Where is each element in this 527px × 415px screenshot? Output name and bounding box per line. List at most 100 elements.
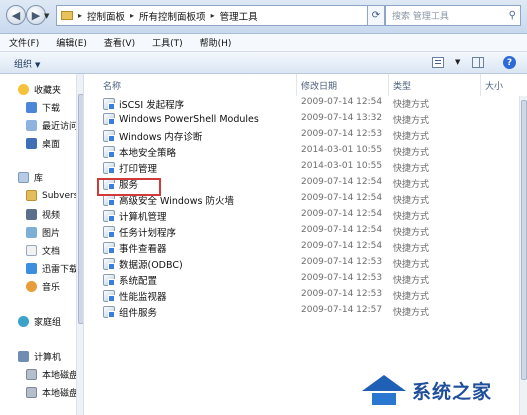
file-row[interactable]: 组件服务 2009-07-14 12:57 快捷方式 xyxy=(85,304,527,320)
nav-favorites[interactable]: 收藏夹 xyxy=(18,83,61,96)
column-divider[interactable] xyxy=(388,74,389,96)
breadcrumb-control-panel[interactable]: 控制面板 xyxy=(87,9,125,23)
forward-button[interactable]: ▶ xyxy=(26,5,46,25)
nav-thunder-label: 迅雷下载 xyxy=(42,265,79,275)
file-name-cell[interactable]: 计算机管理 xyxy=(103,209,167,223)
nav-music[interactable]: 音乐 xyxy=(26,280,60,293)
column-divider[interactable] xyxy=(296,74,297,96)
shortcut-tool-icon xyxy=(103,146,115,158)
nav-documents[interactable]: 文档 xyxy=(26,244,60,257)
file-name-cell[interactable]: Windows PowerShell Modules xyxy=(103,113,259,125)
column-header-type[interactable]: 类型 xyxy=(393,74,411,96)
organize-label: 组织 xyxy=(14,60,33,70)
nav-recent[interactable]: 最近访问 xyxy=(26,119,78,132)
file-list-scrollbar-thumb[interactable] xyxy=(521,100,527,380)
back-button[interactable]: ◀ xyxy=(6,5,26,25)
file-row[interactable]: 打印管理 2014-03-01 10:55 快捷方式 xyxy=(85,160,527,176)
nav-computer[interactable]: 计算机 xyxy=(18,350,61,363)
file-name-cell[interactable]: 组件服务 xyxy=(103,305,157,319)
file-name-cell[interactable]: 数据源(ODBC) xyxy=(103,257,183,271)
breadcrumb-separator-icon[interactable]: ▸ xyxy=(211,11,215,20)
nav-subversion[interactable]: Subvers xyxy=(26,190,78,201)
nav-libraries[interactable]: 库 xyxy=(18,171,43,184)
file-date: 2009-07-14 12:57 xyxy=(301,305,383,315)
nav-downloads-label: 下载 xyxy=(42,104,61,114)
file-date: 2009-07-14 12:54 xyxy=(301,193,383,203)
file-row[interactable]: 计算机管理 2009-07-14 12:54 快捷方式 xyxy=(85,208,527,224)
nav-homegroup[interactable]: 家庭组 xyxy=(18,315,61,328)
file-date: 2009-07-14 12:54 xyxy=(301,225,383,235)
breadcrumb-separator-icon[interactable]: ▸ xyxy=(130,11,134,20)
file-date: 2009-07-14 12:54 xyxy=(301,177,383,187)
file-row[interactable]: 系统配置 2009-07-14 12:53 快捷方式 xyxy=(85,272,527,288)
menu-view[interactable]: 查看(V) xyxy=(104,36,135,49)
nav-local-disk-d[interactable]: 本地磁盘 xyxy=(26,386,78,399)
file-type: 快捷方式 xyxy=(393,244,430,254)
menu-file[interactable]: 文件(F) xyxy=(9,36,39,49)
back-arrow-icon: ◀ xyxy=(11,8,21,22)
nav-documents-label: 文档 xyxy=(42,247,61,257)
downloads-icon xyxy=(26,102,37,113)
navpane-scrollbar[interactable] xyxy=(76,74,83,415)
nav-downloads[interactable]: 下载 xyxy=(26,101,60,114)
file-row[interactable]: 事件查看器 2009-07-14 12:54 快捷方式 xyxy=(85,240,527,256)
thunder-download-icon xyxy=(26,263,37,274)
refresh-button[interactable]: ⟳ xyxy=(368,5,385,26)
search-input[interactable]: 搜索 管理工具 ⚲ xyxy=(385,5,521,26)
file-row[interactable]: Windows 内存诊断 2009-07-14 12:53 快捷方式 xyxy=(85,128,527,144)
nav-recent-label: 最近访问 xyxy=(42,122,79,132)
watermark-text: 系统之家 xyxy=(412,380,493,403)
nav-local-disk-c[interactable]: 本地磁盘 xyxy=(26,368,78,381)
file-name-cell[interactable]: 性能监视器 xyxy=(103,289,167,303)
file-row[interactable]: 本地安全策略 2014-03-01 10:55 快捷方式 xyxy=(85,144,527,160)
file-name-cell[interactable]: 系统配置 xyxy=(103,273,157,287)
recent-pages-dropdown-icon[interactable]: ▼ xyxy=(44,12,49,20)
nav-videos[interactable]: 视频 xyxy=(26,208,60,221)
file-name-cell[interactable]: 本地安全策略 xyxy=(103,145,176,159)
file-name-cell[interactable]: Windows 内存诊断 xyxy=(103,129,202,143)
navpane-scrollbar-thumb[interactable] xyxy=(78,94,83,324)
preview-pane-icon[interactable] xyxy=(472,57,484,68)
file-name-cell[interactable]: 事件查看器 xyxy=(103,241,167,255)
folder-icon xyxy=(61,11,73,20)
watermark-house-logo xyxy=(360,371,408,409)
view-options-dropdown-icon[interactable]: ▼ xyxy=(455,58,460,66)
column-header-name[interactable]: 名称 xyxy=(103,74,121,96)
menu-tools[interactable]: 工具(T) xyxy=(152,36,183,49)
nav-pictures[interactable]: 图片 xyxy=(26,226,60,239)
file-name-cell[interactable]: 任务计划程序 xyxy=(103,225,176,239)
file-row[interactable]: 数据源(ODBC) 2009-07-14 12:53 快捷方式 xyxy=(85,256,527,272)
file-name: 数据源(ODBC) xyxy=(119,260,183,271)
nav-desktop-label: 桌面 xyxy=(42,140,61,150)
address-bar-region: ◀ ▶ ▼ ▸ 控制面板 ▸ 所有控制面板项 ▸ 管理工具 ⟳ 搜索 管理工具 … xyxy=(0,0,527,34)
file-row[interactable]: 性能监视器 2009-07-14 12:53 快捷方式 xyxy=(85,288,527,304)
menu-edit[interactable]: 编辑(E) xyxy=(56,36,87,49)
column-header-modified[interactable]: 修改日期 xyxy=(301,74,337,96)
column-divider[interactable] xyxy=(480,74,481,96)
documents-icon xyxy=(26,245,37,256)
column-header-size[interactable]: 大小 xyxy=(485,74,503,96)
menu-help[interactable]: 帮助(H) xyxy=(200,36,232,49)
file-name: Windows PowerShell Modules xyxy=(119,113,259,125)
file-name-cell[interactable]: 打印管理 xyxy=(103,161,157,175)
breadcrumb-all-items[interactable]: 所有控制面板项 xyxy=(139,9,206,23)
nav-thunder-downloads[interactable]: 迅雷下载 xyxy=(26,262,78,275)
file-row[interactable]: 任务计划程序 2009-07-14 12:54 快捷方式 xyxy=(85,224,527,240)
file-row[interactable]: Windows PowerShell Modules 2009-07-14 13:… xyxy=(85,112,527,128)
shortcut-tool-icon xyxy=(103,210,115,222)
nav-desktop[interactable]: 桌面 xyxy=(26,137,60,150)
nav-local-disk-label: 本地磁盘 xyxy=(42,389,79,399)
help-icon[interactable]: ? xyxy=(503,56,516,69)
nav-homegroup-label: 家庭组 xyxy=(34,318,62,328)
breadcrumb-admin-tools[interactable]: 管理工具 xyxy=(220,9,258,23)
file-name: 组件服务 xyxy=(119,308,158,319)
search-icon[interactable]: ⚲ xyxy=(509,10,516,21)
change-view-icon[interactable] xyxy=(432,57,444,68)
breadcrumb-separator-icon[interactable]: ▸ xyxy=(78,11,82,20)
organize-button[interactable]: 组织 ▼ xyxy=(14,57,40,70)
address-field[interactable]: ▸ 控制面板 ▸ 所有控制面板项 ▸ 管理工具 xyxy=(56,5,368,26)
nav-favorites-label: 收藏夹 xyxy=(34,86,62,96)
file-date: 2009-07-14 12:54 xyxy=(301,97,383,107)
file-row[interactable]: iSCSI 发起程序 2009-07-14 12:54 快捷方式 xyxy=(85,96,527,112)
file-name-cell[interactable]: iSCSI 发起程序 xyxy=(103,97,184,111)
